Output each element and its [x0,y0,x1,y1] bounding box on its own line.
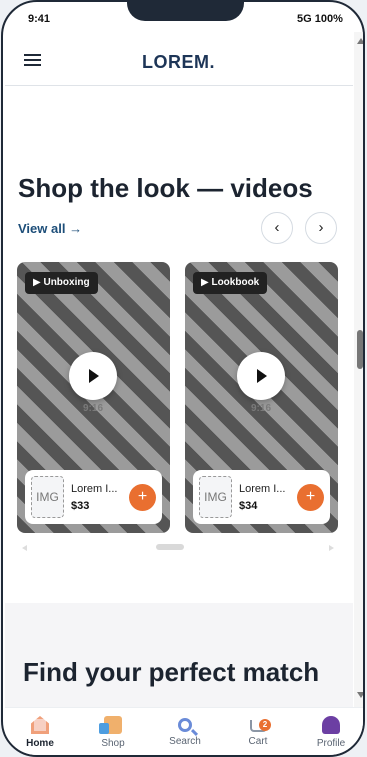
add-to-cart-button[interactable]: + [129,484,156,511]
tab-label: Shop [101,738,125,749]
carousel-scroll-right-icon[interactable] [329,545,334,551]
view-all-link[interactable]: View all → [18,221,82,236]
tab-search[interactable]: Search [158,716,212,747]
battery-label: 100% [314,13,343,25]
tab-label: Search [169,736,201,747]
bottom-tab-bar: Home Shop Search 2 Cart Profile [5,707,363,755]
tab-label: Profile [316,738,346,749]
match-section-title: Find your perfect match [23,657,320,687]
product-name: Lorem I... [239,483,286,495]
carousel-next-button[interactable]: › [305,212,337,244]
profile-icon [322,716,340,734]
product-image-placeholder: IMG [199,476,232,518]
video-card[interactable]: ▶ Unboxing 9:16 IMG Lorem I... $33 + [17,262,170,533]
scroll-down-icon[interactable] [357,692,363,698]
product-name: Lorem I... [71,483,118,495]
aspect-ratio-label: 9:16 [83,403,104,414]
carousel-scroll-thumb[interactable] [156,544,184,550]
search-icon [178,718,192,732]
status-time: 9:41 [28,13,51,25]
product-image-placeholder: IMG [31,476,64,518]
tab-cart[interactable]: 2 Cart [231,716,285,747]
cart-badge: 2 [259,719,271,731]
product-card[interactable]: IMG Lorem I... $33 + [25,470,162,524]
status-network-battery: 5G 100% [297,13,343,25]
add-to-cart-button[interactable]: + [297,484,324,511]
tab-home[interactable]: Home [13,716,67,749]
hamburger-menu-icon[interactable] [24,52,42,68]
tab-label: Cart [248,736,268,747]
match-section [5,603,353,707]
play-icon[interactable] [237,352,285,400]
home-icon [31,716,49,734]
shopping-bag-icon [99,716,122,734]
vertical-scrollbar[interactable] [354,32,363,708]
brand-logo[interactable]: LOREM. [142,52,215,73]
scrollbar-thumb[interactable] [357,330,363,369]
product-price: $33 [71,500,90,512]
tab-label: Home [26,738,54,749]
play-icon[interactable] [69,352,117,400]
tab-profile[interactable]: Profile [304,716,358,749]
video-tag: ▶ Lookbook [193,272,268,294]
phone-screen: 9:41 5G 100% LOREM. Shop the look — vide… [0,0,367,757]
product-card[interactable]: IMG Lorem I... $34 + [193,470,330,524]
carousel-scroll-left-icon[interactable] [22,545,27,551]
notch [127,2,244,21]
video-tag: ▶ Unboxing [25,272,98,294]
aspect-ratio-label: 9:16 [251,403,272,414]
video-card[interactable]: ▶ Lookbook 9:16 IMG Lorem I... $34 + [185,262,338,533]
product-price: $34 [239,500,258,512]
carousel-prev-button[interactable]: ‹ [261,212,293,244]
device-frame: 9:41 5G 100% LOREM. Shop the look — vide… [1,0,365,757]
tab-shop[interactable]: Shop [86,716,140,749]
app-header: LOREM. [5,36,353,86]
section-title: Shop the look — videos [18,173,313,203]
network-label: 5G [297,13,312,25]
scroll-up-icon[interactable] [357,38,363,44]
